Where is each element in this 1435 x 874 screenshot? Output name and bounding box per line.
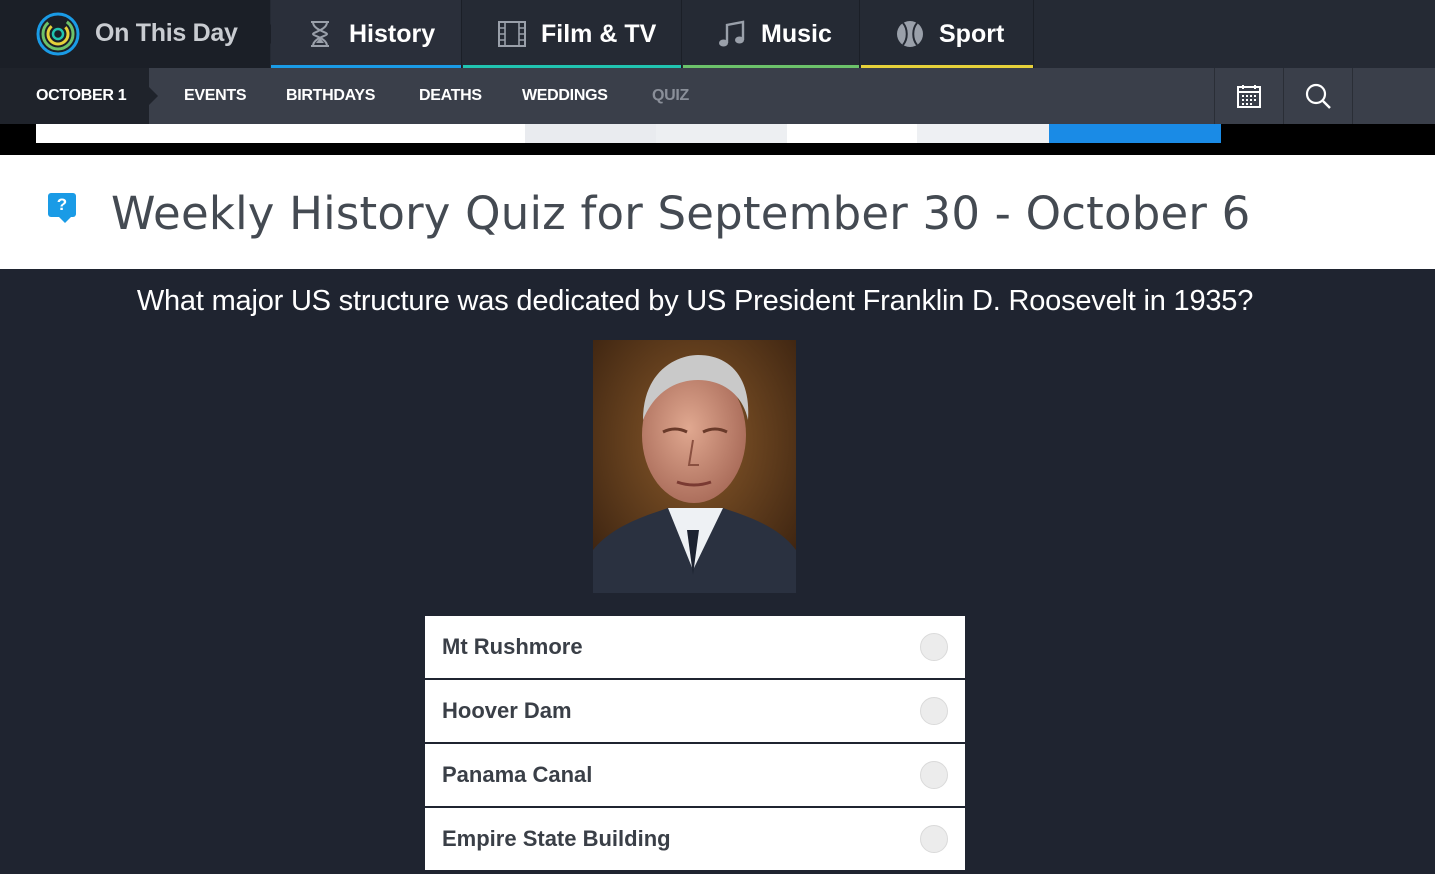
answer-label: Panama Canal — [442, 762, 593, 787]
tab-label: History — [349, 19, 436, 48]
date-arrow — [149, 87, 158, 105]
tab-label: Music — [761, 19, 832, 48]
subnav-spacer — [1352, 68, 1435, 124]
subnav-deaths[interactable]: DEATHS — [419, 68, 482, 124]
answer-option[interactable]: Panama Canal — [425, 744, 965, 806]
tab-label: Sport — [939, 19, 1005, 48]
radio-button[interactable] — [920, 633, 948, 661]
tab-history[interactable]: History — [271, 0, 462, 68]
top-nav: On This Day History Film & TV Music Spor… — [0, 0, 1435, 68]
calendar-button[interactable] — [1214, 68, 1283, 124]
answer-option[interactable]: Hoover Dam — [425, 680, 965, 742]
tab-label: Film & TV — [541, 19, 657, 48]
answer-option[interactable]: Empire State Building — [425, 808, 965, 870]
strip-segment — [787, 124, 917, 143]
tab-film-tv[interactable]: Film & TV — [463, 0, 682, 68]
film-icon — [498, 21, 526, 47]
hourglass-icon — [311, 21, 329, 47]
ball-icon — [897, 21, 923, 47]
answer-label: Mt Rushmore — [442, 634, 583, 659]
carousel-strip — [0, 124, 1435, 155]
subnav-weddings[interactable]: WEDDINGS — [522, 68, 608, 124]
subnav-birthdays[interactable]: BIRTHDAYS — [286, 68, 375, 124]
subnav-quiz[interactable]: QUIZ — [652, 68, 689, 124]
answer-option[interactable]: Mt Rushmore — [425, 616, 965, 678]
search-button[interactable] — [1283, 68, 1352, 124]
strip-segment — [36, 124, 525, 143]
subnav-events[interactable]: EVENTS — [184, 68, 247, 124]
radio-button[interactable] — [920, 761, 948, 789]
brand[interactable]: On This Day — [0, 0, 270, 68]
logo-icon — [36, 12, 80, 56]
search-icon — [1305, 83, 1331, 109]
calendar-icon — [1237, 85, 1261, 108]
tab-sport[interactable]: Sport — [861, 0, 1034, 68]
current-date[interactable]: OCTOBER 1 — [0, 68, 149, 124]
radio-button[interactable] — [920, 825, 948, 853]
answer-label: Hoover Dam — [442, 698, 572, 723]
portrait-image — [593, 340, 796, 593]
question-badge-icon: ? — [48, 193, 76, 223]
strip-segment-active — [1049, 124, 1221, 143]
radio-button[interactable] — [920, 697, 948, 725]
strip-segment — [656, 124, 787, 143]
strip-segment — [525, 124, 656, 143]
answer-list: Mt Rushmore Hoover Dam Panama Canal Empi… — [425, 616, 965, 872]
strip-segment — [917, 124, 1049, 143]
brand-name: On This Day — [95, 19, 238, 47]
quiz-question: What major US structure was dedicated by… — [136, 285, 1254, 317]
music-note-icon — [719, 20, 745, 47]
answer-label: Empire State Building — [442, 826, 671, 851]
tab-music[interactable]: Music — [683, 0, 860, 68]
title-band: ? Weekly History Quiz for September 30 -… — [0, 155, 1435, 269]
page-title: Weekly History Quiz for September 30 - O… — [111, 187, 1251, 240]
sub-nav: OCTOBER 1 EVENTS BIRTHDAYS DEATHS WEDDIN… — [0, 68, 1435, 124]
